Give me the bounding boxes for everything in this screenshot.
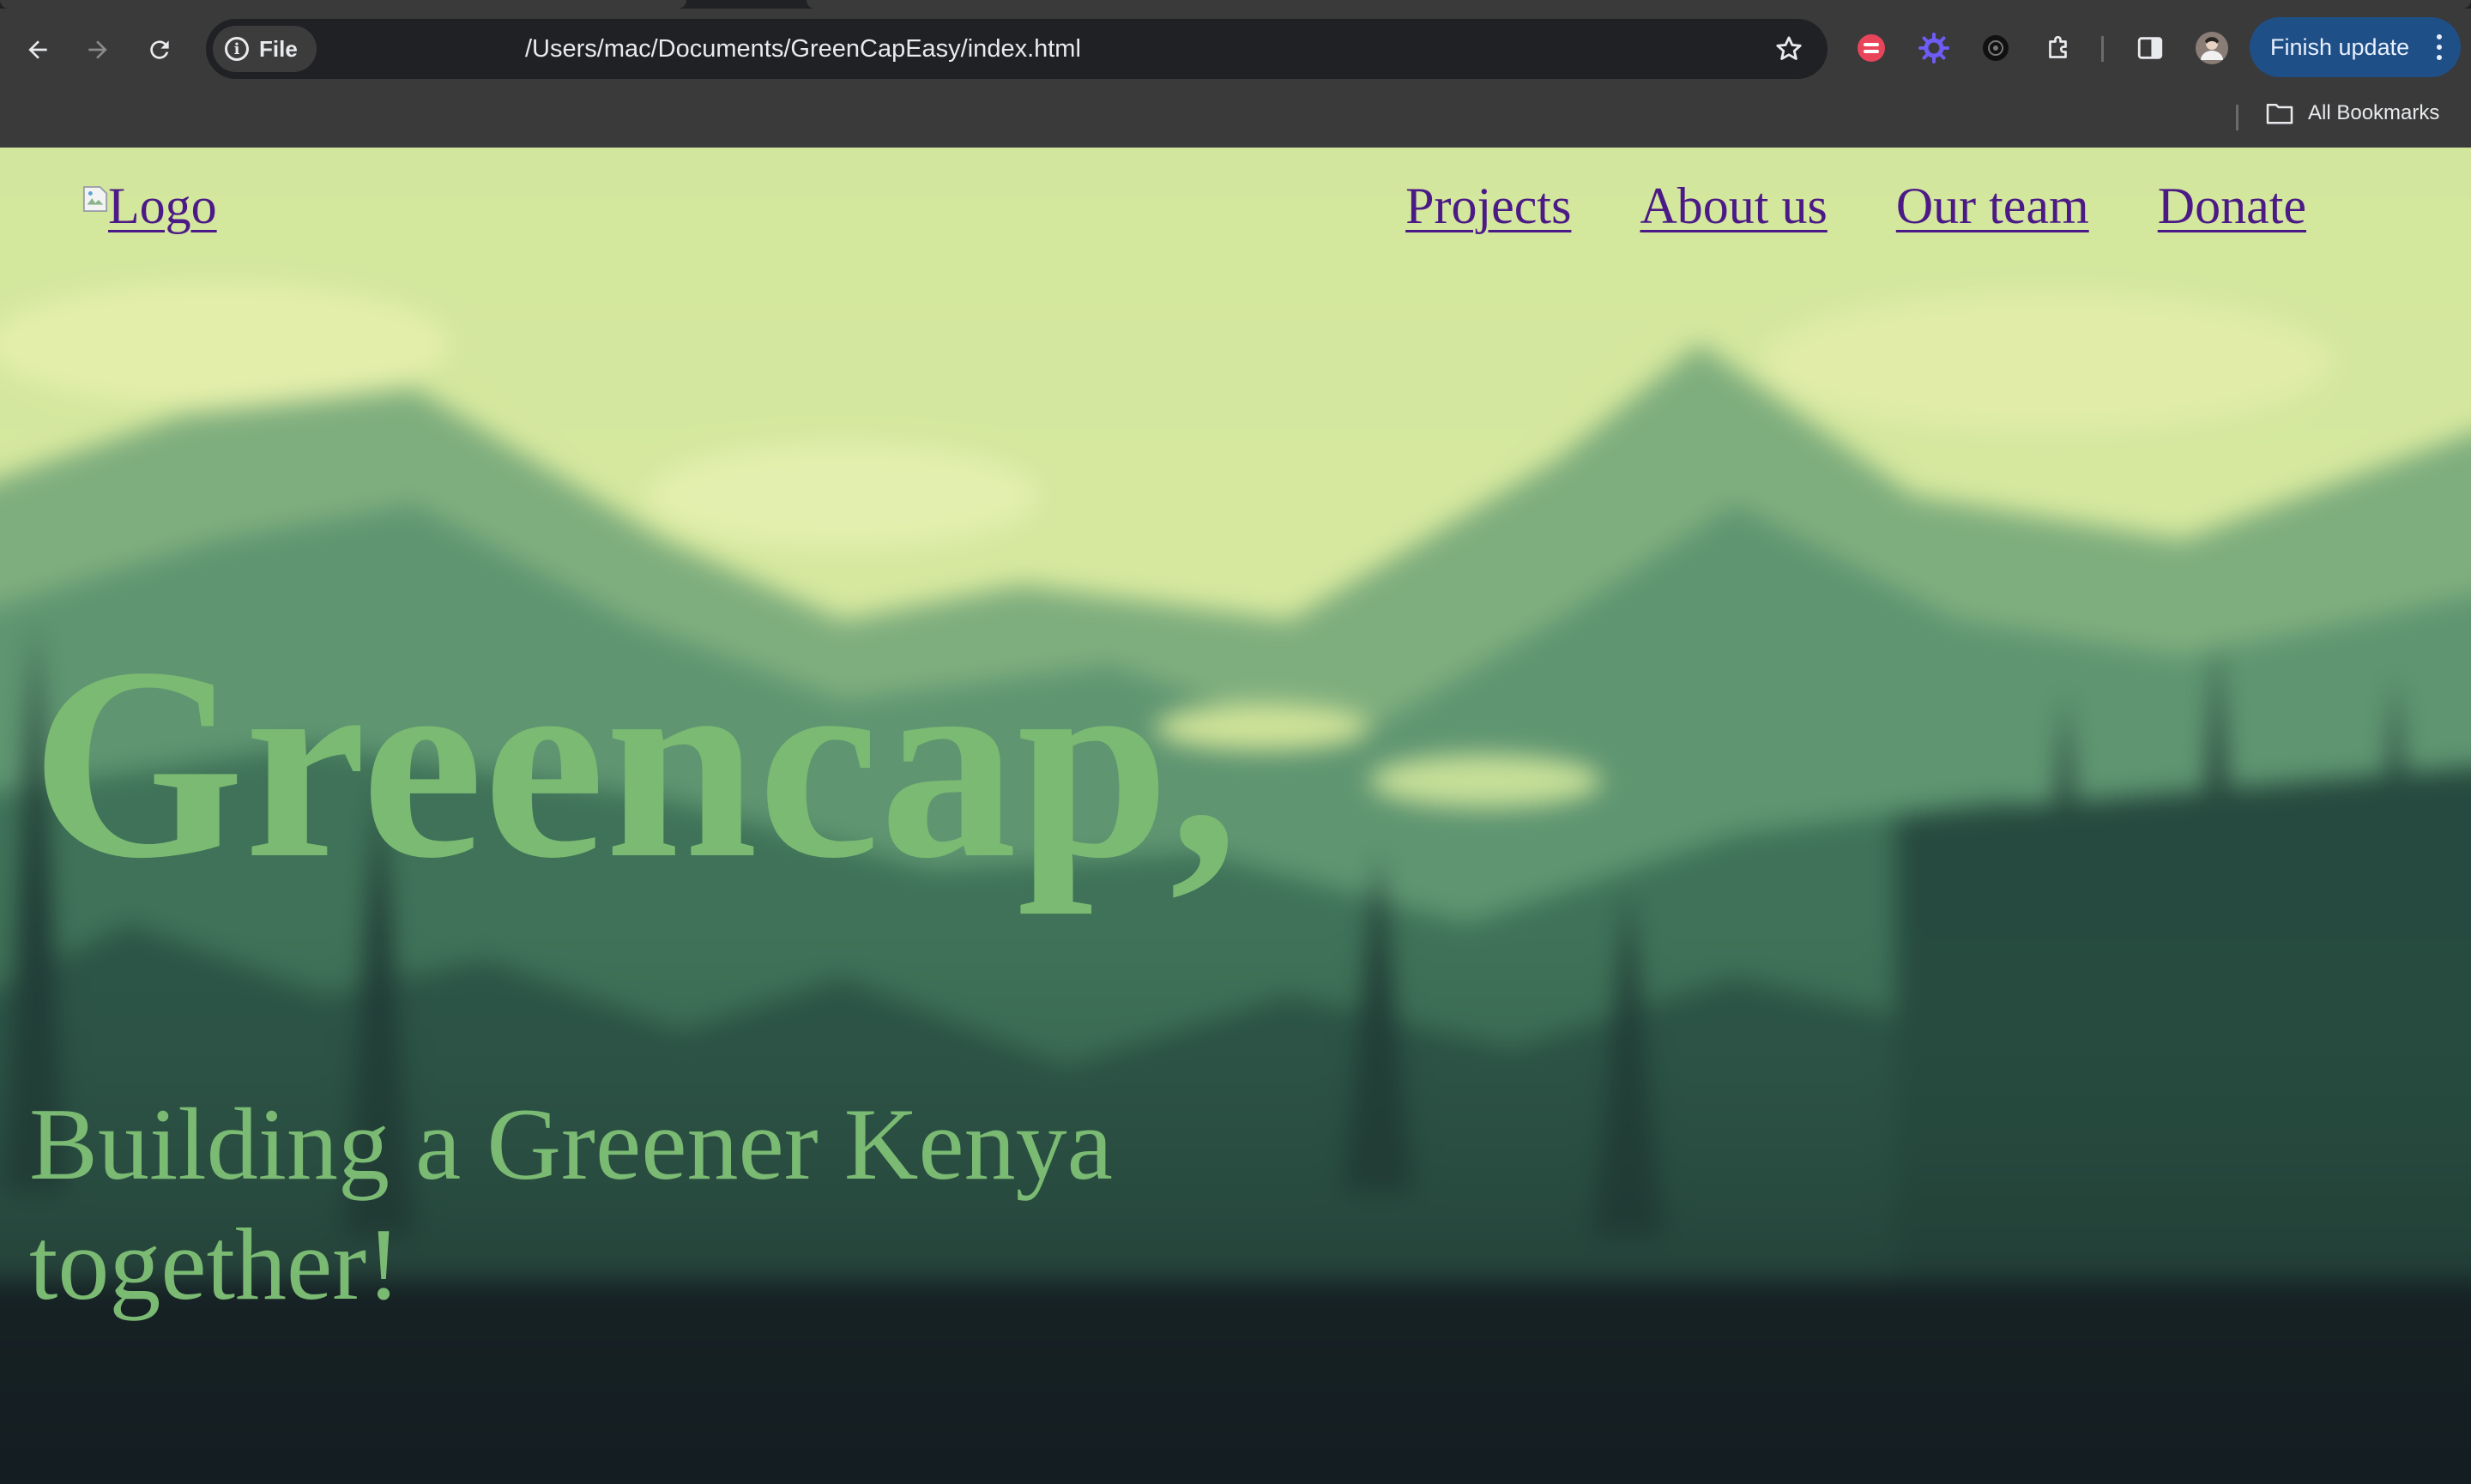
arrow-left-icon [28, 40, 47, 59]
side-panel-button[interactable] [2131, 29, 2169, 67]
black-extension-button[interactable] [1977, 29, 2015, 67]
purple-gear-extension-icon [1918, 33, 1949, 63]
main-nav: Projects About us Our team Donate [1337, 177, 2306, 236]
hero-subtitle: Building a Greener Kenya together! [29, 1087, 1113, 1321]
tab-edge [0, 0, 686, 9]
all-bookmarks-button[interactable]: All Bookmarks [2265, 101, 2439, 125]
bookmarks-bar: All Bookmarks [0, 94, 2471, 139]
url-text[interactable]: /Users/mac/Documents/GreenCapEasy/index.… [525, 35, 1081, 63]
reload-icon [150, 40, 169, 59]
more-vert-icon [2437, 34, 2442, 60]
site-header: Logo Projects About us Our team Donate [0, 148, 2471, 268]
black-flower-extension-icon [1983, 35, 2009, 61]
reload-button[interactable] [136, 26, 184, 74]
finish-update-label: Finish update [2270, 33, 2410, 60]
profile-button[interactable] [2193, 29, 2231, 67]
toolbar-divider [2101, 36, 2104, 62]
logo-link[interactable]: Logo [82, 177, 217, 236]
puzzle-extensions-icon [2049, 35, 2067, 58]
side-panel-icon [2137, 37, 2163, 59]
nav-link-projects[interactable]: Projects [1405, 177, 1571, 236]
purple-extension-button[interactable] [1915, 29, 1953, 67]
address-bar[interactable]: i File /Users/mac/Documents/GreenCapEasy… [206, 19, 1828, 79]
bookmark-star-button[interactable] [1771, 31, 1807, 67]
nav-link-about-us[interactable]: About us [1640, 177, 1827, 236]
info-icon: i [225, 37, 249, 61]
all-bookmarks-label: All Bookmarks [2308, 101, 2440, 124]
folder-icon [2266, 103, 2293, 124]
star-icon [1776, 36, 1802, 60]
forward-button[interactable] [74, 26, 122, 74]
nav-link-donate[interactable]: Donate [2158, 177, 2306, 236]
hero-title: Greencap, [31, 612, 1239, 915]
avatar-icon [2196, 32, 2228, 64]
finish-update-button[interactable]: Finish update [2250, 17, 2461, 77]
broken-image-icon [82, 186, 108, 212]
browser-toolbar: i File /Users/mac/Documents/GreenCapEasy… [0, 12, 2471, 84]
page-viewport: Logo Projects About us Our team Donate G… [0, 148, 2471, 1484]
browser-chrome: i File /Users/mac/Documents/GreenCapEasy… [0, 0, 2471, 148]
back-button[interactable] [14, 26, 62, 74]
logo-alt-text: Logo [108, 178, 217, 234]
site-chip-label: File [259, 35, 298, 62]
nav-link-our-team[interactable]: Our team [1896, 177, 2089, 236]
tab-edge [807, 0, 2471, 9]
arrow-right-icon [88, 40, 107, 59]
bookmarks-divider [2236, 105, 2238, 130]
tab-strip [0, 0, 2471, 9]
red-extension-button[interactable] [1852, 29, 1890, 67]
extensions-menu-button[interactable] [2040, 29, 2078, 67]
site-info-chip[interactable]: i File [213, 26, 317, 72]
red-extension-icon [1858, 34, 1885, 62]
